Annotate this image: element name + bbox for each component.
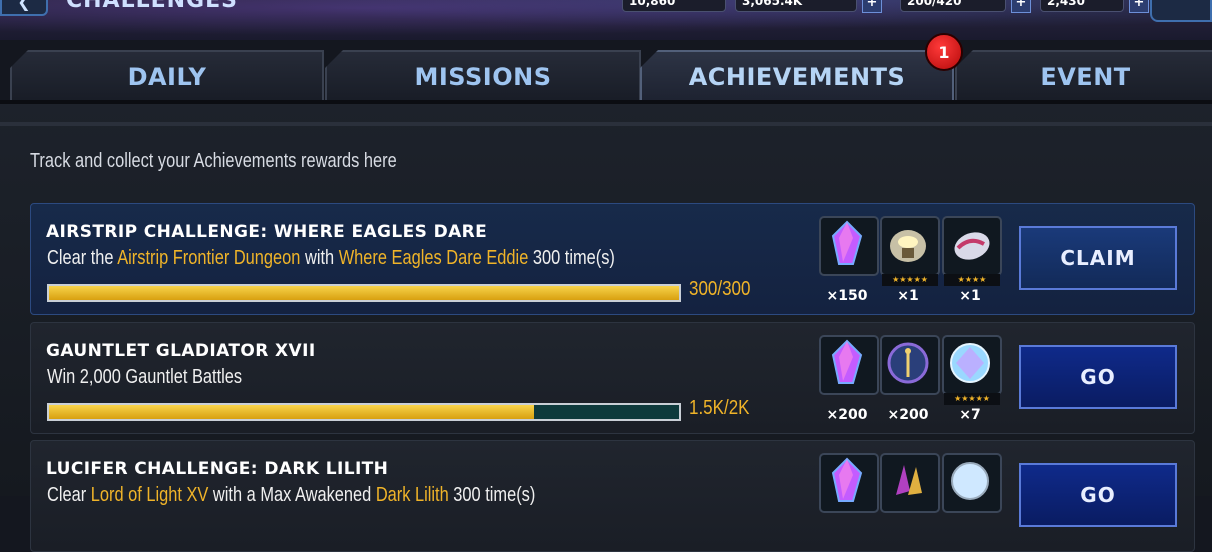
helmet-icon (890, 230, 926, 262)
add-stamina-button[interactable]: + (1011, 0, 1031, 13)
resource-gold-value: 3,065.4K (742, 0, 803, 8)
desc-highlight: Where Eagles Dare Eddie (338, 247, 529, 269)
reward-quantity: ×200 (826, 407, 868, 423)
resource-gold: 3,065.4K + (735, 0, 882, 13)
desc-highlight: Lord of Light XV (90, 484, 209, 506)
reward-stars: ★★★★★ (882, 274, 938, 286)
reward-quantity: ×7 (959, 407, 981, 423)
tab-daily-label: DAILY (127, 63, 207, 91)
tab-achievements[interactable]: ACHIEVEMENTS (640, 50, 954, 102)
reward-slot[interactable] (819, 216, 879, 276)
content-divider (0, 122, 1212, 126)
achievement-title: GAUNTLET GLADIATOR XVII (46, 341, 316, 361)
tab-event[interactable]: EVENT (955, 50, 1212, 102)
resource-crystals: 2,430 + (1040, 0, 1149, 13)
top-bar: ❮ CHALLENGES 10,860 3,065.4K + 200/420 +… (0, 0, 1212, 40)
notification-badge: 1 (925, 33, 963, 71)
desc-text: 300 time(s) (528, 247, 615, 269)
orb-icon (951, 462, 989, 500)
resource-stamina-value: 200/420 (907, 0, 962, 8)
tab-daily[interactable]: DAILY (10, 50, 324, 102)
page-title: CHALLENGES (66, 0, 238, 13)
desc-text: Clear the (47, 247, 118, 269)
progress-fill (49, 405, 535, 419)
desc-highlight: Dark Lilith (375, 484, 449, 506)
achievement-description: Win 2,000 Gauntlet Battles (47, 366, 242, 389)
reward-quantity: ×200 (887, 407, 929, 423)
desc-highlight: Airstrip Frontier Dungeon (117, 247, 301, 269)
claim-button[interactable]: CLAIM (1019, 226, 1177, 290)
crystal-icon (831, 339, 863, 384)
achievement-title: AIRSTRIP CHALLENGE: WHERE EAGLES DARE (46, 222, 488, 242)
tab-event-label: EVENT (1040, 63, 1131, 91)
go-button[interactable]: GO (1019, 463, 1177, 527)
tab-bar: DAILY MISSIONS ACHIEVEMENTS EVENT (0, 50, 1212, 102)
tab-missions-label: MISSIONS (414, 63, 552, 91)
shards-icon (896, 465, 922, 495)
tab-achievements-label: ACHIEVEMENTS (688, 63, 906, 91)
reward-stars: ★★★★★ (944, 393, 1000, 405)
reward-slot[interactable]: ★★★★★ (942, 335, 1002, 405)
gem-icon (950, 343, 990, 383)
progress-label: 1.5K/2K (689, 397, 750, 419)
go-button[interactable]: GO (1019, 345, 1177, 409)
achievement-title: LUCIFER CHALLENGE: DARK LILITH (46, 459, 389, 479)
back-button[interactable]: ❮ (0, 0, 48, 16)
reward-stars: ★★★★ (944, 274, 1000, 286)
resource-crystals-value: 2,430 (1047, 0, 1085, 8)
reward-quantity: ×150 (826, 288, 868, 304)
menu-button[interactable] (1150, 0, 1212, 22)
reward-slot[interactable] (819, 335, 879, 395)
add-crystals-button[interactable]: + (1129, 0, 1149, 13)
crystal-icon (831, 457, 863, 502)
reward-slot[interactable] (942, 453, 1002, 513)
reward-quantity: ×1 (959, 288, 981, 304)
progress-label: 300/300 (689, 278, 751, 300)
resource-energy: 10,860 (622, 0, 726, 12)
achievement-card: AIRSTRIP CHALLENGE: WHERE EAGLES DARE Cl… (30, 203, 1195, 315)
achievement-card: LUCIFER CHALLENGE: DARK LILITH Clear Lor… (30, 440, 1195, 552)
reward-quantity: ×1 (897, 288, 919, 304)
progress-fill (49, 286, 679, 300)
resource-energy-value: 10,860 (629, 0, 676, 8)
desc-text: 300 time(s) (448, 484, 536, 506)
reward-slot[interactable] (880, 453, 940, 513)
resource-stamina: 200/420 + (900, 0, 1031, 13)
back-arrow-icon: ❮ (17, 0, 31, 11)
achievement-card: GAUNTLET GLADIATOR XVII Win 2,000 Gauntl… (30, 322, 1195, 434)
reward-slot[interactable]: ★★★★★ (880, 216, 940, 286)
progress-bar (47, 403, 681, 421)
achievement-description: Clear the Airstrip Frontier Dungeon with… (47, 247, 615, 270)
desc-text: Clear (47, 484, 91, 506)
emblem-icon (887, 342, 929, 384)
reward-slot[interactable] (819, 453, 879, 513)
crystal-icon (831, 220, 863, 265)
subtitle: Track and collect your Achievements rewa… (30, 150, 397, 172)
desc-text: with a Max Awakened (208, 484, 376, 506)
progress-bar (47, 284, 681, 302)
desc-text: with (300, 247, 339, 269)
egg-icon (954, 232, 990, 260)
reward-slot[interactable] (880, 335, 940, 395)
desc-text: Win 2,000 Gauntlet Battles (47, 366, 243, 388)
reward-slot[interactable]: ★★★★ (942, 216, 1002, 286)
tab-missions[interactable]: MISSIONS (325, 50, 641, 102)
add-gold-button[interactable]: + (862, 0, 882, 13)
